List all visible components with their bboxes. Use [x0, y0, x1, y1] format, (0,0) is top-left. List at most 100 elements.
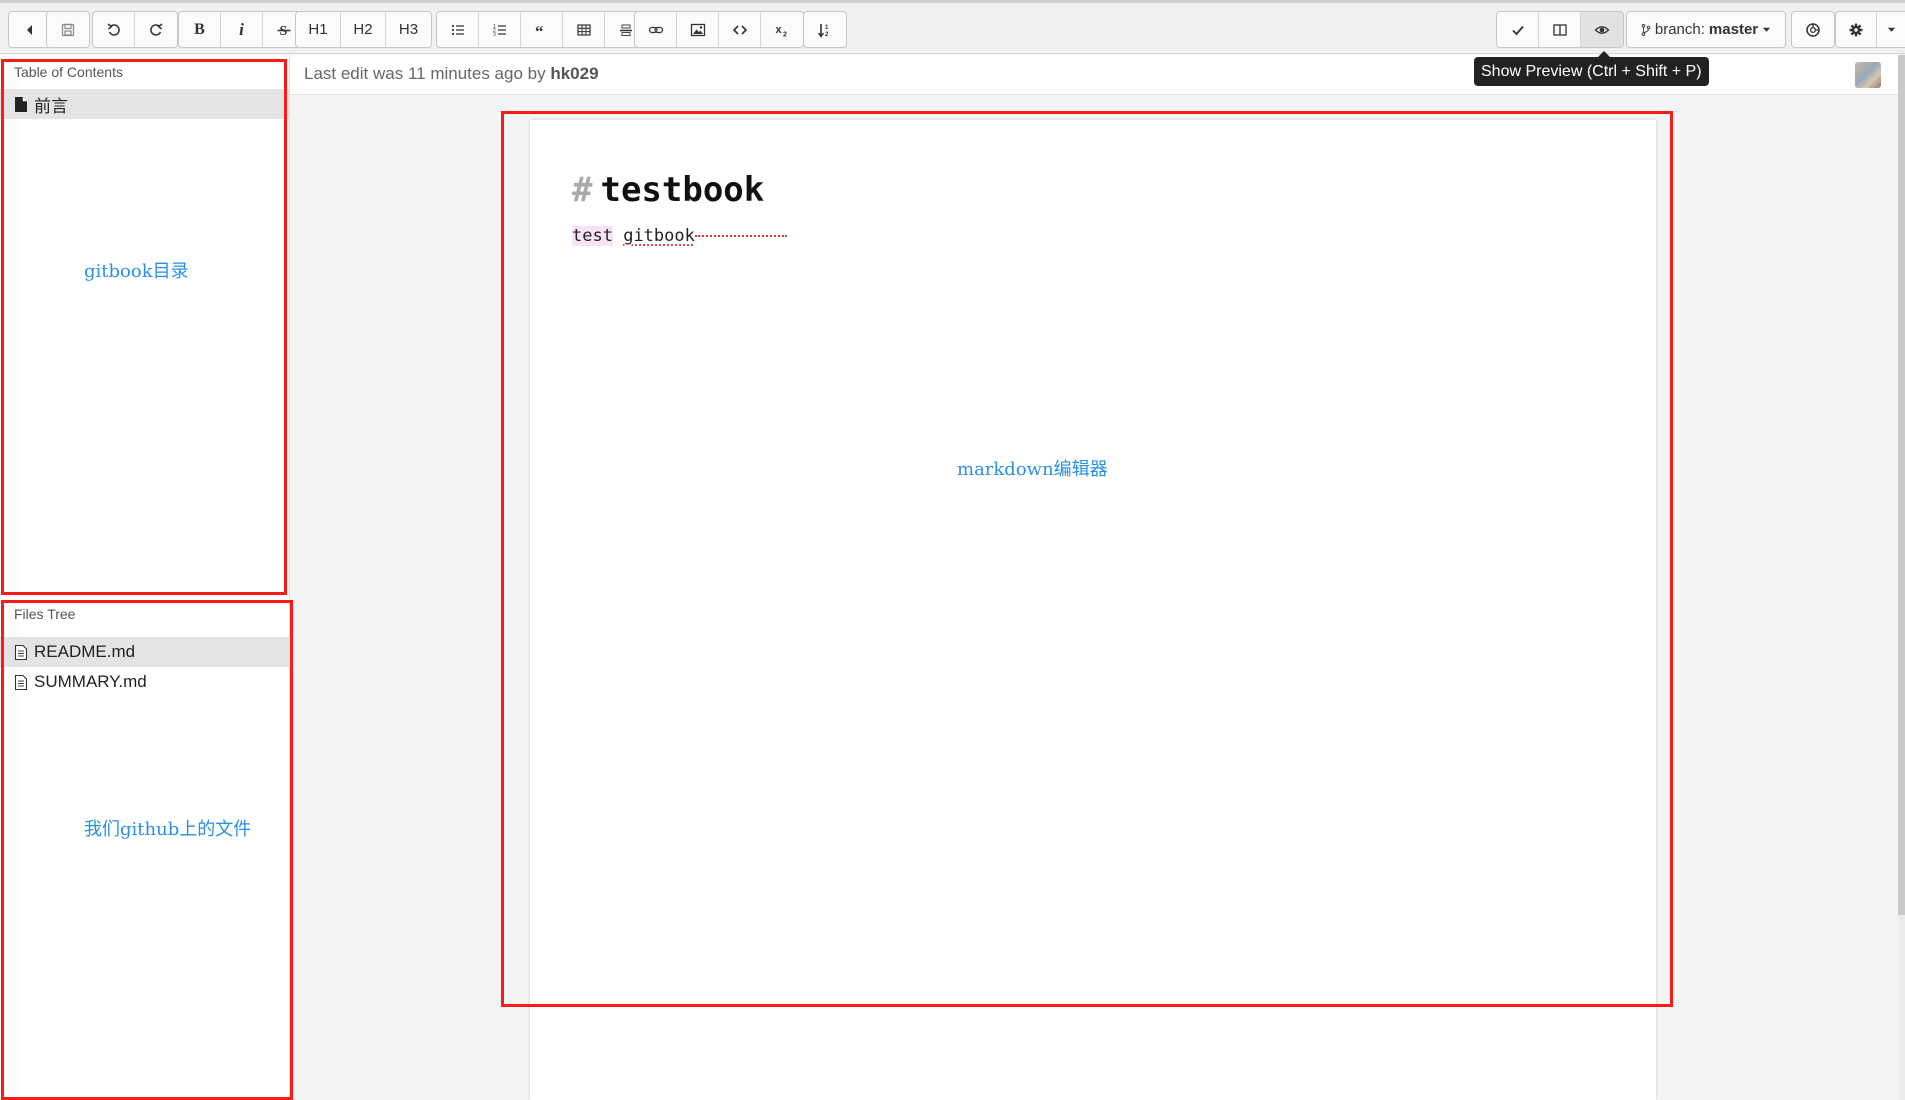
heading3-button[interactable]: H3 — [386, 12, 431, 47]
split-view-button[interactable] — [1539, 12, 1581, 47]
format-group: B i S — [178, 11, 306, 48]
markdown-editor[interactable]: # testbook test gitbook — [530, 120, 1656, 1100]
branch-prefix: branch: — [1654, 21, 1705, 38]
bullet-list-button[interactable] — [437, 12, 479, 47]
gitbook-editor-page: B i S H1 H2 H3 123 “ — [0, 0, 1905, 1100]
eye-icon — [1594, 25, 1610, 34]
branch-dropdown[interactable]: branch: master — [1627, 12, 1785, 47]
heading1-button[interactable]: H1 — [296, 12, 341, 47]
last-edit-user[interactable]: hk029 — [550, 64, 598, 83]
heading-marker: # — [572, 170, 593, 210]
image-icon — [690, 23, 705, 36]
file-text-icon — [14, 674, 28, 690]
scrollbar-thumb[interactable] — [1898, 55, 1905, 915]
gear-icon — [1849, 23, 1863, 36]
git-branch-icon — [1641, 23, 1651, 36]
floppy-icon — [61, 23, 75, 36]
annotation-label-files: 我们github上的文件 — [84, 819, 252, 840]
avatar[interactable] — [1855, 62, 1881, 88]
subscript-button[interactable]: x2 — [761, 12, 803, 47]
help-button[interactable] — [1792, 12, 1834, 47]
numbered-list-button[interactable]: 123 — [479, 12, 521, 47]
life-ring-icon — [1806, 22, 1820, 37]
code-icon — [732, 24, 747, 35]
redo-icon — [150, 22, 163, 36]
vertical-scrollbar[interactable] — [1898, 55, 1905, 1100]
toc-item-label: 前言 — [34, 96, 68, 116]
redo-button[interactable] — [135, 12, 177, 47]
undo-icon — [107, 22, 120, 36]
toc-title: Table of Contents — [14, 64, 123, 80]
code-button[interactable] — [719, 12, 761, 47]
editor-text-line[interactable]: test gitbook — [572, 226, 787, 246]
save-button[interactable] — [47, 12, 89, 47]
file-item-summary[interactable]: SUMMARY.md — [0, 667, 290, 697]
preview-tooltip: Show Preview (Ctrl + Shift + P) — [1474, 51, 1709, 86]
last-edit-text: Last edit was 11 minutes ago by — [304, 64, 546, 83]
sort-numeric-icon: 12 — [817, 23, 829, 38]
branch-name: master — [1708, 21, 1759, 38]
svg-text:1: 1 — [825, 25, 829, 31]
image-button[interactable] — [677, 12, 719, 47]
spellcheck-underline — [694, 235, 787, 237]
annotation-label-editor: markdown编辑器 — [957, 459, 1108, 480]
strikethrough-icon: S — [277, 24, 291, 38]
svg-text:x: x — [776, 24, 783, 36]
insert-group: x2 — [634, 11, 804, 48]
sidebar: Table of Contents 前言 Files Tree README.m… — [0, 55, 290, 1100]
undo-button[interactable] — [93, 12, 135, 47]
bold-button[interactable]: B — [179, 12, 221, 47]
caret-down-icon — [1887, 27, 1895, 32]
svg-text:“: “ — [535, 22, 544, 38]
link-icon — [648, 26, 663, 33]
italic-button[interactable]: i — [221, 12, 263, 47]
more-menu-button[interactable] — [1877, 12, 1905, 47]
link-button[interactable] — [635, 12, 677, 47]
sort-group: 12 — [803, 11, 847, 48]
file-item-label: README.md — [34, 642, 136, 661]
file-item-readme[interactable]: README.md — [0, 637, 290, 667]
files-tree-title: Files Tree — [14, 606, 76, 622]
subscript-icon: x2 — [776, 24, 788, 38]
table-icon — [576, 23, 591, 36]
editor-heading-line[interactable]: # testbook — [572, 170, 764, 210]
toc-item-preface[interactable]: 前言 — [0, 89, 289, 119]
bold-label: B — [194, 20, 205, 38]
caret-left-icon — [27, 24, 32, 35]
file-text-icon — [14, 644, 28, 660]
list-ul-icon — [451, 24, 464, 35]
file-solid-icon — [15, 96, 27, 112]
svg-text:3: 3 — [493, 32, 496, 38]
editor-toolbar: B i S H1 H2 H3 123 “ — [0, 0, 1905, 54]
settings-group — [1835, 11, 1905, 48]
check-icon — [1511, 25, 1524, 35]
horizontal-rule-icon — [620, 24, 632, 36]
svg-text:2: 2 — [825, 32, 829, 38]
back-button[interactable] — [9, 12, 51, 47]
list-ol-icon: 123 — [493, 24, 506, 38]
branch-group: branch: master — [1626, 11, 1786, 48]
help-group — [1791, 11, 1835, 48]
files-tree: Files Tree README.md SUMMARY.md — [0, 597, 290, 697]
italic-label: i — [239, 19, 244, 39]
preview-button[interactable] — [1581, 12, 1623, 47]
svg-text:2: 2 — [783, 31, 787, 38]
block-group: 123 “ — [436, 11, 648, 48]
heading-group: H1 H2 H3 — [295, 11, 432, 48]
editor-mode-button[interactable] — [1497, 12, 1539, 47]
save-group — [46, 11, 90, 48]
blockquote-button[interactable]: “ — [521, 12, 563, 47]
file-item-label: SUMMARY.md — [34, 672, 147, 691]
quote-icon: “ — [535, 22, 544, 38]
misspelled-word: gitbook — [623, 226, 695, 246]
heading2-button[interactable]: H2 — [341, 12, 386, 47]
table-button[interactable] — [563, 12, 605, 47]
last-edit-info: Last edit was 11 minutes ago by hk029 — [304, 64, 599, 84]
columns-icon — [1552, 23, 1567, 36]
annotation-label-toc: gitbook目录 — [84, 261, 189, 282]
view-mode-group — [1496, 11, 1624, 48]
settings-button[interactable] — [1836, 12, 1878, 47]
caret-down-icon — [1763, 27, 1771, 32]
sort-button[interactable]: 12 — [804, 12, 846, 47]
text-word: test — [572, 226, 613, 246]
